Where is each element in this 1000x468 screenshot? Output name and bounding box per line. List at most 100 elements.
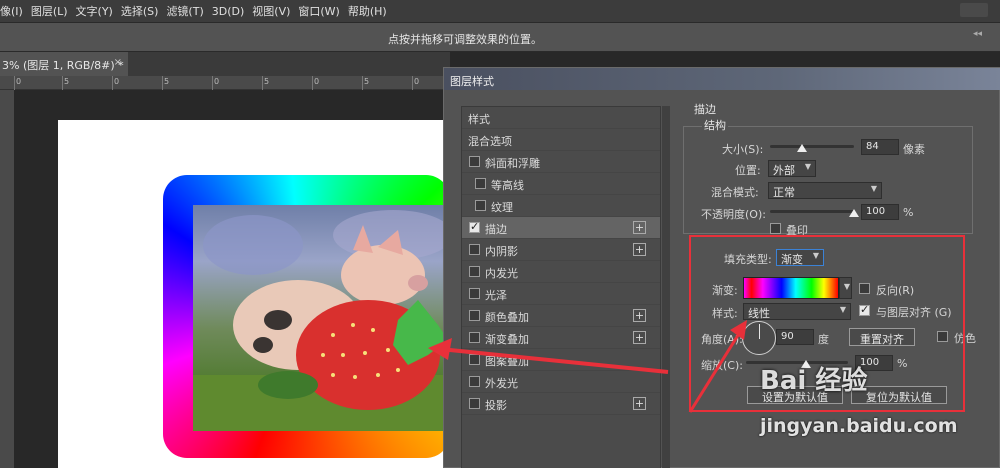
menu-type[interactable]: 文字(Y) [76,3,121,19]
blend-mode-label: 混合模式: [711,186,759,199]
opacity-slider[interactable] [770,210,854,213]
menu-bar: 像(I) 图层(L) 文字(Y) 选择(S) 滤镜(T) 3D(D) 视图(V)… [0,0,1000,22]
size-slider-knob[interactable] [797,144,807,152]
menu-select[interactable]: 选择(S) [121,3,167,19]
style-item-inner-glow[interactable]: 内发光 [462,261,660,283]
style-checkbox[interactable] [475,178,486,189]
opacity-slider-knob[interactable] [849,209,859,217]
document-tab-title: 3% (图层 1, RGB/8#) * [2,59,124,72]
ruler-label: 0 [414,77,420,86]
style-checkbox[interactable] [469,332,480,343]
vertical-ruler [0,90,14,468]
style-item-satin[interactable]: 光泽 [462,283,660,305]
ruler-label: 0 [214,77,220,86]
style-checkbox[interactable] [469,288,480,299]
position-select[interactable]: 外部 ▼ [768,160,816,177]
style-item-pattern-overlay[interactable]: 图案叠加 [462,349,660,371]
watermark-url: jingyan.baidu.com [760,415,958,437]
style-checkbox[interactable] [469,266,480,277]
style-item-label: 外发光 [485,377,518,390]
ruler-label: 5 [364,77,370,86]
ruler-label: 0 [16,77,22,86]
add-style-icon[interactable]: + [633,221,646,234]
style-checkbox[interactable] [475,200,486,211]
style-checkbox[interactable] [469,354,480,365]
stroke-section-title: 描边 [694,103,716,116]
menu-help[interactable]: 帮助(H) [348,3,395,19]
ruler-label: 5 [264,77,270,86]
style-item-label: 混合选项 [468,135,512,148]
size-slider[interactable] [770,145,854,148]
add-style-icon[interactable]: + [633,309,646,322]
menu-window[interactable]: 窗口(W) [298,3,347,19]
style-checkbox[interactable] [469,310,480,321]
blend-mode-select[interactable]: 正常 ▼ [768,182,882,199]
style-item-contour[interactable]: 等高线 [462,173,660,195]
ruler-label: 0 [314,77,320,86]
opacity-label: 不透明度(O): [701,208,766,221]
style-item-drop-shadow[interactable]: 投影 + [462,393,660,415]
horizontal-ruler: 0 5 0 5 0 5 0 5 0 [0,76,450,90]
size-unit: 像素 [903,143,925,156]
chevron-down-icon: ▼ [870,184,877,193]
ruler-label: 5 [164,77,170,86]
style-item-color-overlay[interactable]: 颜色叠加 + [462,305,660,327]
menu-view[interactable]: 视图(V) [252,3,298,19]
opacity-input[interactable]: 100 [861,204,899,220]
add-style-icon[interactable]: + [633,397,646,410]
chevron-down-icon: ▼ [804,162,811,171]
menu-image[interactable]: 像(I) [0,3,31,19]
options-hint: 点按并拖移可调整效果的位置。 [388,33,542,46]
style-checkbox[interactable] [469,398,480,409]
add-style-icon[interactable]: + [633,243,646,256]
style-item-outer-glow[interactable]: 外发光 [462,371,660,393]
style-item-label: 光泽 [485,289,507,302]
close-tab-icon[interactable]: × [114,57,122,68]
collapse-panels-icon[interactable]: ◂◂ [973,29,982,39]
menu-3d[interactable]: 3D(D) [212,5,253,18]
style-checkbox[interactable] [469,376,480,387]
style-item-label: 斜面和浮雕 [485,157,540,170]
style-item-label: 内阴影 [485,245,518,258]
style-item-stroke[interactable]: 描边 + [462,217,660,239]
options-bar: 点按并拖移可调整效果的位置。 [0,22,1000,52]
size-input[interactable]: 84 [861,139,899,155]
menu-filter[interactable]: 滤镜(T) [166,3,211,19]
style-checkbox[interactable] [469,156,480,167]
document-tab-bar: 3% (图层 1, RGB/8#) * × [0,52,450,76]
opacity-unit: % [903,206,914,219]
blend-mode-value: 正常 [773,186,795,199]
position-value: 外部 [773,164,795,177]
document-tab[interactable]: 3% (图层 1, RGB/8#) * × [0,52,128,76]
style-item-label: 纹理 [491,201,513,214]
style-item-label: 图案叠加 [485,355,529,368]
style-item-styles[interactable]: 样式 [462,107,660,129]
style-item-label: 投影 [485,399,507,412]
dialog-title[interactable]: 图层样式 [444,68,1000,90]
pig-strawberry-photo [193,205,450,431]
style-item-blending-options[interactable]: 混合选项 [462,129,660,151]
style-item-texture[interactable]: 纹理 [462,195,660,217]
style-list-scrollbar[interactable] [662,106,670,468]
style-item-inner-shadow[interactable]: 内阴影 + [462,239,660,261]
style-item-bevel-emboss[interactable]: 斜面和浮雕 [462,151,660,173]
watermark-logo: Bai 经验 [760,366,868,396]
style-item-label: 颜色叠加 [485,311,529,324]
style-checkbox[interactable] [469,220,480,233]
ruler-label: 5 [64,77,70,86]
style-list: 样式 混合选项 斜面和浮雕 等高线 纹理 描边 + 内阴影 + 内发 [461,106,661,468]
add-style-icon[interactable]: + [633,331,646,344]
overprint-checkbox[interactable] [770,223,781,234]
size-label: 大小(S): [722,143,764,156]
photo-illustration [193,210,450,431]
ruler-label: 0 [114,77,120,86]
style-item-label: 渐变叠加 [485,333,529,346]
style-item-label: 内发光 [485,267,518,280]
style-item-label: 等高线 [491,179,524,192]
style-item-label: 样式 [468,113,490,126]
style-item-gradient-overlay[interactable]: 渐变叠加 + [462,327,660,349]
structure-title: 结构 [702,117,728,133]
style-checkbox[interactable] [469,244,480,255]
menu-layer[interactable]: 图层(L) [31,3,76,19]
minimize-button[interactable] [960,3,988,17]
